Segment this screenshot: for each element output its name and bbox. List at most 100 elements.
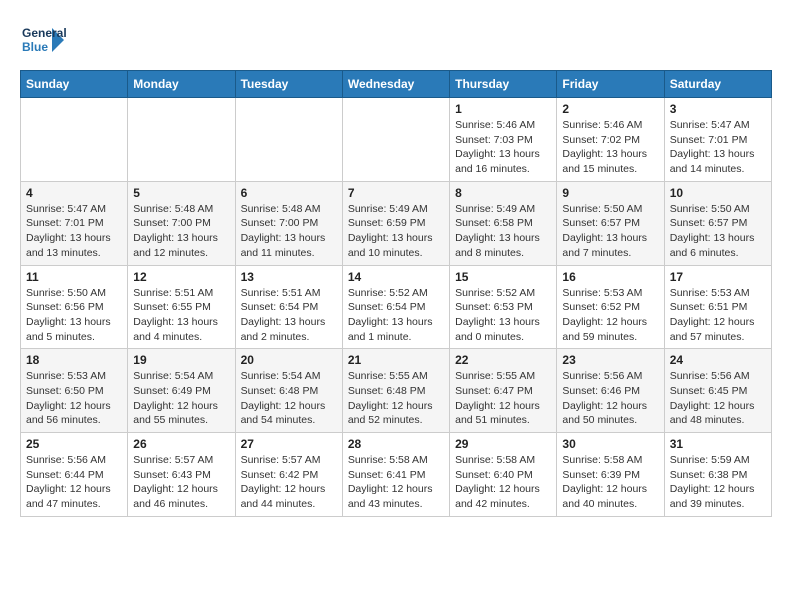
logo: GeneralBlue	[20, 20, 70, 60]
calendar-day-cell: 23 Sunrise: 5:56 AM Sunset: 6:46 PM Dayli…	[557, 349, 664, 433]
calendar-week-row: 25 Sunrise: 5:56 AM Sunset: 6:44 PM Dayli…	[21, 433, 772, 517]
weekday-header: Sunday	[21, 71, 128, 98]
calendar-day-cell: 30 Sunrise: 5:58 AM Sunset: 6:39 PM Dayli…	[557, 433, 664, 517]
day-info: Sunrise: 5:48 AM Sunset: 7:00 PM Dayligh…	[241, 202, 337, 261]
day-number: 6	[241, 186, 337, 200]
day-info: Sunrise: 5:53 AM Sunset: 6:50 PM Dayligh…	[26, 369, 122, 428]
day-info: Sunrise: 5:50 AM Sunset: 6:57 PM Dayligh…	[670, 202, 766, 261]
day-number: 12	[133, 270, 229, 284]
weekday-header: Friday	[557, 71, 664, 98]
day-info: Sunrise: 5:49 AM Sunset: 6:58 PM Dayligh…	[455, 202, 551, 261]
day-info: Sunrise: 5:59 AM Sunset: 6:38 PM Dayligh…	[670, 453, 766, 512]
calendar-day-cell	[128, 98, 235, 182]
calendar-day-cell: 31 Sunrise: 5:59 AM Sunset: 6:38 PM Dayli…	[664, 433, 771, 517]
day-info: Sunrise: 5:53 AM Sunset: 6:51 PM Dayligh…	[670, 286, 766, 345]
calendar-body: 1 Sunrise: 5:46 AM Sunset: 7:03 PM Daylig…	[21, 98, 772, 517]
day-number: 22	[455, 353, 551, 367]
day-number: 13	[241, 270, 337, 284]
day-info: Sunrise: 5:57 AM Sunset: 6:43 PM Dayligh…	[133, 453, 229, 512]
day-info: Sunrise: 5:54 AM Sunset: 6:48 PM Dayligh…	[241, 369, 337, 428]
calendar-day-cell: 4Sunrise: 5:47 AM Sunset: 7:01 PM Daylig…	[21, 181, 128, 265]
calendar-table: SundayMondayTuesdayWednesdayThursdayFrid…	[20, 70, 772, 517]
day-number: 18	[26, 353, 122, 367]
day-number: 17	[670, 270, 766, 284]
day-info: Sunrise: 5:54 AM Sunset: 6:49 PM Dayligh…	[133, 369, 229, 428]
calendar-day-cell: 2 Sunrise: 5:46 AM Sunset: 7:02 PM Daylig…	[557, 98, 664, 182]
day-number: 31	[670, 437, 766, 451]
day-info: Sunrise: 5:46 AM Sunset: 7:02 PM Dayligh…	[562, 118, 658, 177]
day-number: 11	[26, 270, 122, 284]
calendar-day-cell: 24Sunrise: 5:56 AM Sunset: 6:45 PM Dayli…	[664, 349, 771, 433]
day-number: 30	[562, 437, 658, 451]
calendar-day-cell: 14 Sunrise: 5:52 AM Sunset: 6:54 PM Dayli…	[342, 265, 449, 349]
day-number: 21	[348, 353, 444, 367]
calendar-day-cell: 7 Sunrise: 5:49 AM Sunset: 6:59 PM Daylig…	[342, 181, 449, 265]
day-info: Sunrise: 5:50 AM Sunset: 6:57 PM Dayligh…	[562, 202, 658, 261]
day-number: 24	[670, 353, 766, 367]
calendar-day-cell: 28Sunrise: 5:58 AM Sunset: 6:41 PM Dayli…	[342, 433, 449, 517]
day-info: Sunrise: 5:55 AM Sunset: 6:48 PM Dayligh…	[348, 369, 444, 428]
day-number: 10	[670, 186, 766, 200]
day-info: Sunrise: 5:56 AM Sunset: 6:44 PM Dayligh…	[26, 453, 122, 512]
logo-svg: GeneralBlue	[20, 20, 70, 60]
day-number: 4	[26, 186, 122, 200]
day-info: Sunrise: 5:46 AM Sunset: 7:03 PM Dayligh…	[455, 118, 551, 177]
calendar-day-cell: 9Sunrise: 5:50 AM Sunset: 6:57 PM Daylig…	[557, 181, 664, 265]
day-info: Sunrise: 5:51 AM Sunset: 6:55 PM Dayligh…	[133, 286, 229, 345]
calendar-day-cell: 29Sunrise: 5:58 AM Sunset: 6:40 PM Dayli…	[450, 433, 557, 517]
day-number: 14	[348, 270, 444, 284]
calendar-day-cell: 22 Sunrise: 5:55 AM Sunset: 6:47 PM Dayli…	[450, 349, 557, 433]
day-number: 8	[455, 186, 551, 200]
calendar-day-cell: 6 Sunrise: 5:48 AM Sunset: 7:00 PM Daylig…	[235, 181, 342, 265]
calendar-day-cell: 11Sunrise: 5:50 AM Sunset: 6:56 PM Dayli…	[21, 265, 128, 349]
svg-text:Blue: Blue	[22, 40, 48, 54]
weekday-header: Tuesday	[235, 71, 342, 98]
calendar-header: SundayMondayTuesdayWednesdayThursdayFrid…	[21, 71, 772, 98]
calendar-week-row: 18 Sunrise: 5:53 AM Sunset: 6:50 PM Dayli…	[21, 349, 772, 433]
calendar-week-row: 4Sunrise: 5:47 AM Sunset: 7:01 PM Daylig…	[21, 181, 772, 265]
day-info: Sunrise: 5:52 AM Sunset: 6:54 PM Dayligh…	[348, 286, 444, 345]
day-number: 1	[455, 102, 551, 116]
day-info: Sunrise: 5:58 AM Sunset: 6:39 PM Dayligh…	[562, 453, 658, 512]
day-number: 15	[455, 270, 551, 284]
calendar-day-cell: 21 Sunrise: 5:55 AM Sunset: 6:48 PM Dayli…	[342, 349, 449, 433]
calendar-day-cell	[21, 98, 128, 182]
calendar-day-cell: 20 Sunrise: 5:54 AM Sunset: 6:48 PM Dayli…	[235, 349, 342, 433]
calendar-day-cell: 25 Sunrise: 5:56 AM Sunset: 6:44 PM Dayli…	[21, 433, 128, 517]
calendar-day-cell: 5 Sunrise: 5:48 AM Sunset: 7:00 PM Daylig…	[128, 181, 235, 265]
weekday-header: Thursday	[450, 71, 557, 98]
calendar-week-row: 11Sunrise: 5:50 AM Sunset: 6:56 PM Dayli…	[21, 265, 772, 349]
calendar-day-cell: 3Sunrise: 5:47 AM Sunset: 7:01 PM Daylig…	[664, 98, 771, 182]
day-number: 7	[348, 186, 444, 200]
day-number: 20	[241, 353, 337, 367]
day-info: Sunrise: 5:49 AM Sunset: 6:59 PM Dayligh…	[348, 202, 444, 261]
header: GeneralBlue	[20, 20, 772, 60]
day-info: Sunrise: 5:51 AM Sunset: 6:54 PM Dayligh…	[241, 286, 337, 345]
calendar-day-cell: 16Sunrise: 5:53 AM Sunset: 6:52 PM Dayli…	[557, 265, 664, 349]
day-number: 19	[133, 353, 229, 367]
day-info: Sunrise: 5:55 AM Sunset: 6:47 PM Dayligh…	[455, 369, 551, 428]
day-info: Sunrise: 5:57 AM Sunset: 6:42 PM Dayligh…	[241, 453, 337, 512]
calendar-day-cell: 1 Sunrise: 5:46 AM Sunset: 7:03 PM Daylig…	[450, 98, 557, 182]
calendar-day-cell: 8 Sunrise: 5:49 AM Sunset: 6:58 PM Daylig…	[450, 181, 557, 265]
day-number: 5	[133, 186, 229, 200]
day-number: 2	[562, 102, 658, 116]
weekday-header: Wednesday	[342, 71, 449, 98]
day-info: Sunrise: 5:52 AM Sunset: 6:53 PM Dayligh…	[455, 286, 551, 345]
day-number: 25	[26, 437, 122, 451]
day-number: 23	[562, 353, 658, 367]
day-info: Sunrise: 5:48 AM Sunset: 7:00 PM Dayligh…	[133, 202, 229, 261]
calendar-day-cell: 10 Sunrise: 5:50 AM Sunset: 6:57 PM Dayli…	[664, 181, 771, 265]
calendar-day-cell: 19 Sunrise: 5:54 AM Sunset: 6:49 PM Dayli…	[128, 349, 235, 433]
calendar-day-cell: 13 Sunrise: 5:51 AM Sunset: 6:54 PM Dayli…	[235, 265, 342, 349]
calendar-day-cell: 15 Sunrise: 5:52 AM Sunset: 6:53 PM Dayli…	[450, 265, 557, 349]
calendar-day-cell: 27Sunrise: 5:57 AM Sunset: 6:42 PM Dayli…	[235, 433, 342, 517]
calendar-day-cell	[342, 98, 449, 182]
day-info: Sunrise: 5:58 AM Sunset: 6:40 PM Dayligh…	[455, 453, 551, 512]
day-info: Sunrise: 5:56 AM Sunset: 6:46 PM Dayligh…	[562, 369, 658, 428]
calendar-day-cell: 17 Sunrise: 5:53 AM Sunset: 6:51 PM Dayli…	[664, 265, 771, 349]
day-info: Sunrise: 5:53 AM Sunset: 6:52 PM Dayligh…	[562, 286, 658, 345]
weekday-header: Monday	[128, 71, 235, 98]
day-number: 3	[670, 102, 766, 116]
calendar-week-row: 1 Sunrise: 5:46 AM Sunset: 7:03 PM Daylig…	[21, 98, 772, 182]
